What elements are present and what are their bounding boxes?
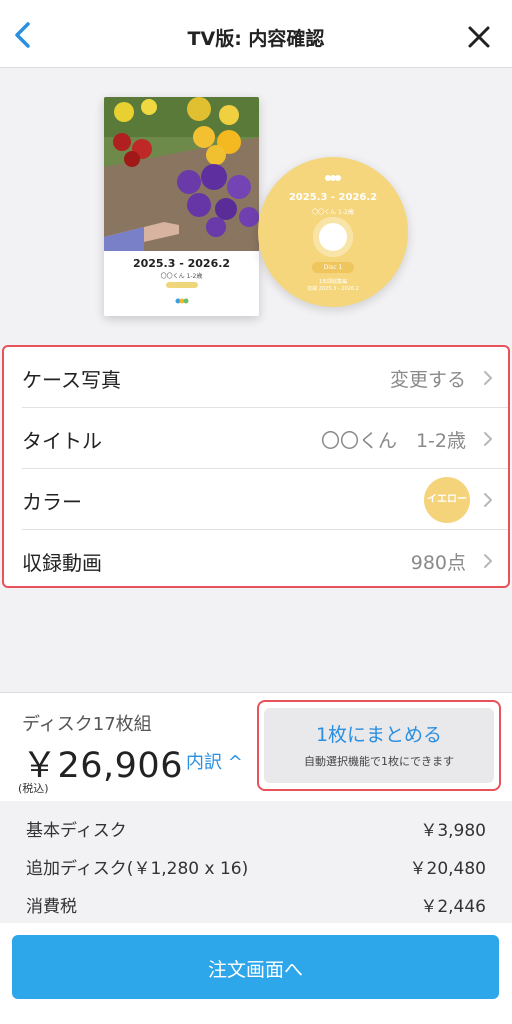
- product-preview: 2025.3 - 2026.2 〇〇くん 1-2歳 2025.3 - 2026.…: [0, 69, 512, 341]
- chevron-right-icon: [484, 432, 492, 446]
- row-label: ケース写真: [22, 368, 121, 392]
- disc-info-line: 1年間総集編: [318, 279, 348, 285]
- case-photo-flowers: [104, 97, 259, 251]
- disc-subtitle: 〇〇くん 1-2歳: [312, 209, 354, 216]
- breakdown-value: ￥20,480: [409, 859, 486, 879]
- row-value: 変更する: [389, 369, 466, 391]
- row-label: 収録動画: [22, 551, 102, 575]
- breakdown-row: 消費税 ￥2,446: [0, 884, 512, 922]
- case-subtitle: 〇〇くん 1-2歳: [160, 273, 203, 280]
- close-icon[interactable]: [466, 24, 492, 50]
- breakdown-value: ￥2,446: [420, 897, 486, 917]
- go-to-order-button[interactable]: 注文画面へ: [12, 935, 499, 999]
- breakdown-label: 追加ディスク(￥1,280 x 16): [26, 859, 249, 879]
- disc-preview: 2025.3 - 2026.2 〇〇くん 1-2歳 Disc 1 1年間総集編 …: [258, 157, 408, 307]
- settings-list: ケース写真 変更する タイトル 〇〇くん 1-2歳 カラー イエロー 収録動画 …: [2, 345, 510, 588]
- breakdown-value: ￥3,980: [420, 821, 486, 841]
- settings-row-color[interactable]: カラー イエロー: [4, 469, 508, 530]
- disc-title: 2025.3 - 2026.2: [288, 192, 378, 203]
- settings-row-videos[interactable]: 収録動画 980点: [4, 530, 508, 591]
- row-label: カラー: [22, 490, 82, 514]
- page-title: TV版: 内容確認: [187, 28, 325, 50]
- color-swatch: イエロー: [424, 477, 470, 523]
- settings-row-title[interactable]: タイトル 〇〇くん 1-2歳: [4, 408, 508, 469]
- breakdown-toggle-link[interactable]: 内訳 ^: [186, 748, 243, 774]
- header-bar: TV版: 内容確認: [0, 0, 512, 68]
- bottom-bar: 注文画面へ: [0, 923, 512, 1024]
- disc-hole: [313, 217, 353, 257]
- chevron-right-icon: [484, 371, 492, 385]
- settings-row-case-photo[interactable]: ケース写真 変更する: [4, 347, 508, 408]
- price-summary: ディスク17枚組 ￥26,906 内訳 ^ (税込) 1枚にまとめる 自動選択機…: [0, 692, 512, 801]
- case-badge: [166, 282, 198, 288]
- order-button-label: 注文画面へ: [207, 959, 303, 981]
- chevron-right-icon: [484, 554, 492, 568]
- case-title: 2025.3 - 2026.2: [132, 257, 231, 270]
- breakdown-row: 基本ディスク ￥3,980: [0, 808, 512, 846]
- row-label: タイトル: [22, 429, 102, 453]
- disc-count-label: ディスク17枚組: [22, 714, 152, 735]
- merge-highlight-box: 1枚にまとめる 自動選択機能で1枚にできます: [257, 700, 501, 791]
- row-value: 〇〇くん 1-2歳: [320, 430, 466, 452]
- row-value: 980点: [410, 552, 466, 574]
- dvd-case-preview: 2025.3 - 2026.2 〇〇くん 1-2歳: [104, 97, 259, 316]
- disc-info-line: 収録 2025.3 - 2026.2: [307, 286, 359, 292]
- brand-logo-icon: [175, 298, 189, 304]
- price-breakdown: 基本ディスク ￥3,980 追加ディスク(￥1,280 x 16) ￥20,48…: [0, 801, 512, 923]
- tax-included-note: (税込): [18, 782, 49, 795]
- merge-button-sublabel: 自動選択機能で1枚にできます: [304, 755, 454, 768]
- breakdown-label: 消費税: [26, 897, 77, 917]
- breakdown-row: 追加ディスク(￥1,280 x 16) ￥20,480: [0, 846, 512, 884]
- brand-logo-icon: [325, 175, 341, 181]
- merge-into-one-button[interactable]: 1枚にまとめる 自動選択機能で1枚にできます: [264, 708, 494, 783]
- merge-button-label: 1枚にまとめる: [315, 724, 443, 746]
- chevron-right-icon: [484, 493, 492, 507]
- breakdown-label: 基本ディスク: [26, 821, 127, 841]
- disc-number-label: Disc 1: [312, 262, 354, 273]
